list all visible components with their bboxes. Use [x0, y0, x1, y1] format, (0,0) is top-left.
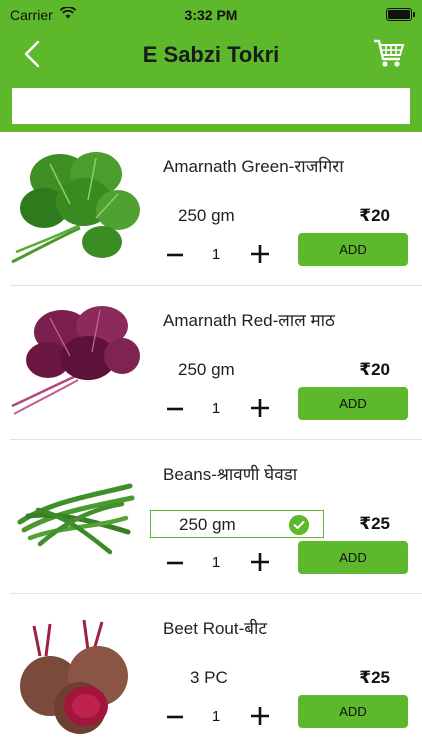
status-bar: Carrier 3:32 PM — [0, 0, 422, 28]
weight-selector[interactable]: 3 PC — [150, 664, 324, 692]
amaranth-green-image — [11, 152, 140, 264]
weight-label: 3 PC — [190, 668, 228, 687]
quantity-value: 1 — [211, 246, 221, 263]
minus-icon[interactable] — [164, 706, 186, 728]
weight-selector[interactable]: 250 gm — [150, 510, 324, 538]
product-item: Amarnath Green-राजगिरा 250 gm ₹20 1 ADD — [0, 132, 422, 286]
minus-icon[interactable] — [164, 552, 186, 574]
plus-icon[interactable] — [248, 704, 272, 728]
beetroot-image — [20, 619, 128, 734]
weight-label: 250 gm — [179, 515, 236, 534]
weight-selector[interactable]: 250 gm — [150, 202, 324, 230]
beans-image — [17, 483, 135, 555]
quantity-value: 1 — [211, 400, 221, 417]
amaranth-red-image — [11, 306, 140, 415]
product-price: ₹20 — [359, 206, 390, 225]
plus-icon[interactable] — [248, 396, 272, 420]
add-button[interactable]: ADD — [298, 541, 408, 574]
product-item: Beans-श्रावणी घेवडा 250 gm ₹25 1 ADD — [0, 440, 422, 594]
clock: 3:32 PM — [184, 7, 238, 23]
cart-icon[interactable] — [372, 36, 406, 70]
product-name: Beet Rout-बीट — [163, 619, 267, 638]
plus-icon[interactable] — [248, 242, 272, 266]
product-name: Beans-श्रावणी घेवडा — [163, 465, 298, 484]
plus-icon[interactable] — [248, 550, 272, 574]
product-item: Amarnath Red-लाल माठ 250 gm ₹20 1 ADD — [0, 286, 422, 440]
minus-icon[interactable] — [164, 244, 186, 266]
battery-icon — [386, 8, 415, 21]
minus-icon[interactable] — [164, 398, 186, 420]
product-price: ₹20 — [359, 360, 390, 379]
search-input[interactable] — [12, 88, 410, 124]
add-button[interactable]: ADD — [298, 695, 408, 728]
check-circle-icon — [289, 515, 309, 535]
app-header: Carrier 3:32 PM E Sabzi Tokri — [0, 0, 422, 132]
weight-label: 250 gm — [178, 360, 235, 379]
quantity-value: 1 — [211, 708, 221, 725]
product-name: Amarnath Green-राजगिरा — [163, 157, 344, 176]
weight-selector[interactable]: 250 gm — [150, 356, 324, 384]
quantity-value: 1 — [211, 554, 221, 571]
weight-label: 250 gm — [178, 206, 235, 225]
page-title: E Sabzi Tokri — [142, 42, 280, 67]
add-button[interactable]: ADD — [298, 387, 408, 420]
product-item: Beet Rout-बीट 3 PC ₹25 1 ADD — [0, 594, 422, 748]
product-name: Amarnath Red-लाल माठ — [163, 311, 335, 330]
add-button[interactable]: ADD — [298, 233, 408, 266]
product-price: ₹25 — [359, 514, 390, 533]
product-price: ₹25 — [359, 668, 390, 687]
